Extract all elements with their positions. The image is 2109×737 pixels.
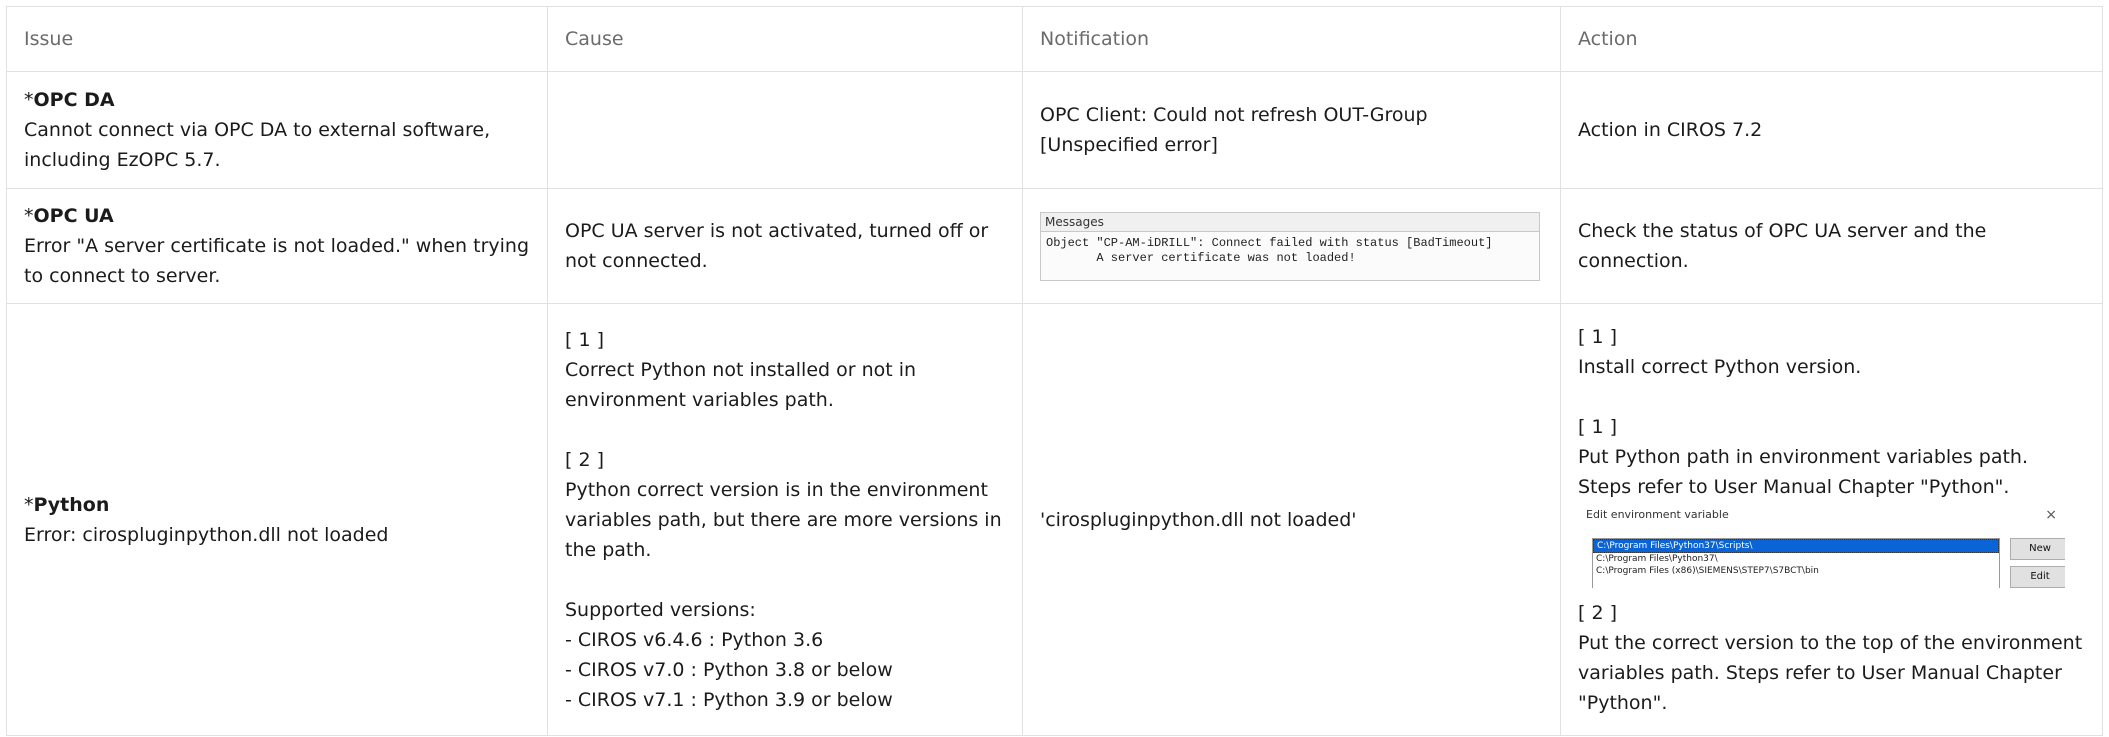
issue-cell: *OPC UA Error "A server certificate is n…	[6, 188, 548, 304]
env-path-entry: C:\Program Files (x86)\SIEMENS\STEP7\S7B…	[1596, 565, 1819, 576]
cause-text: Correct Python not installed or not in e…	[565, 358, 917, 411]
issue-description: Cannot connect via OPC DA to external so…	[24, 119, 491, 171]
issue-description: Error: cirospluginpython.dll not loaded	[24, 523, 389, 546]
table-row: *OPC DA Cannot connect via OPC DA to ext…	[6, 71, 2103, 189]
issue-description: Error "A server certificate is not loade…	[24, 235, 530, 287]
messages-body: Object "CP-AM-iDRILL": Connect failed wi…	[1041, 232, 1539, 270]
env-dialog-title: Edit environment variable	[1586, 507, 1729, 521]
messages-screenshot: Messages Object "CP-AM-iDRILL": Connect …	[1040, 211, 1540, 281]
cause-label: [ 2 ]	[565, 448, 604, 471]
issue-prefix: *	[24, 205, 34, 227]
notification-cell: OPC Client: Could not refresh OUT-Group …	[1022, 71, 1561, 189]
env-new-button: New	[2010, 537, 2065, 560]
message-line: Object "CP-AM-iDRILL": Connect failed wi…	[1046, 235, 1493, 250]
action-text: Install correct Python version.	[1578, 355, 1862, 378]
close-icon: ×	[2045, 507, 2057, 523]
issue-title: OPC DA	[33, 89, 115, 111]
cause-cell: OPC UA server is not activated, turned o…	[547, 188, 1023, 304]
supported-versions-title: Supported versions:	[565, 598, 756, 621]
notification-cell: 'cirospluginpython.dll not loaded'	[1022, 303, 1561, 736]
action-cell: [ 1 ] Install correct Python version. [ …	[1560, 303, 2103, 736]
header-action: Action	[1560, 6, 2103, 72]
issue-prefix: *	[24, 493, 34, 516]
action-text: Steps refer to User Manual Chapter "Pyth…	[1578, 475, 2010, 498]
header-cause: Cause	[547, 6, 1023, 72]
issue-cell: *OPC DA Cannot connect via OPC DA to ext…	[6, 71, 548, 189]
supported-version-item: - CIROS v6.4.6 : Python 3.6	[565, 628, 824, 651]
supported-version-item: - CIROS v7.0 : Python 3.8 or below	[565, 658, 893, 681]
header-issue: Issue	[6, 6, 548, 72]
troubleshooting-table: Issue Cause Notification Action *OPC DA …	[6, 6, 2103, 736]
action-text: Put Python path in environment variables…	[1578, 445, 2029, 468]
action-cell: Action in CIROS 7.2	[1560, 71, 2103, 189]
header-row: Issue Cause Notification Action	[6, 6, 2103, 72]
table-row: *OPC UA Error "A server certificate is n…	[6, 188, 2103, 304]
action-label: [ 1 ]	[1578, 415, 1617, 438]
issue-title: Python	[33, 493, 110, 516]
env-path-list: C:\Program Files\Python37\Scripts\ C:\Pr…	[1592, 537, 2000, 588]
message-line: A server certificate was not loaded!	[1046, 250, 1356, 265]
messages-header: Messages	[1041, 212, 1539, 232]
env-edit-button: Edit	[2010, 565, 2065, 588]
issue-cell: *Python Error: cirospluginpython.dll not…	[6, 303, 548, 736]
cause-label: [ 1 ]	[565, 328, 604, 351]
notification-cell: Messages Object "CP-AM-iDRILL": Connect …	[1022, 188, 1561, 304]
cause-cell: [ 1 ] Correct Python not installed or no…	[547, 303, 1023, 736]
issue-title: OPC UA	[33, 205, 114, 227]
action-label: [ 1 ]	[1578, 325, 1617, 348]
issue-prefix: *	[24, 89, 34, 111]
cause-text: Python correct version is in the environ…	[565, 478, 1002, 561]
action-cell: Check the status of OPC UA server and th…	[1560, 188, 2103, 304]
table-row: *Python Error: cirospluginpython.dll not…	[6, 303, 2103, 736]
env-path-entry: C:\Program Files\Python37\	[1596, 553, 1718, 564]
environment-variable-screenshot: Edit environment variable × C:\Program F…	[1578, 507, 2065, 588]
cause-cell	[547, 71, 1023, 189]
header-notification: Notification	[1022, 6, 1561, 72]
env-path-entry: C:\Program Files\Python37\Scripts\	[1593, 538, 1999, 553]
supported-version-item: - CIROS v7.1 : Python 3.9 or below	[565, 688, 893, 711]
action-text: Put the correct version to the top of th…	[1578, 631, 2083, 714]
action-label: [ 2 ]	[1578, 601, 1617, 624]
